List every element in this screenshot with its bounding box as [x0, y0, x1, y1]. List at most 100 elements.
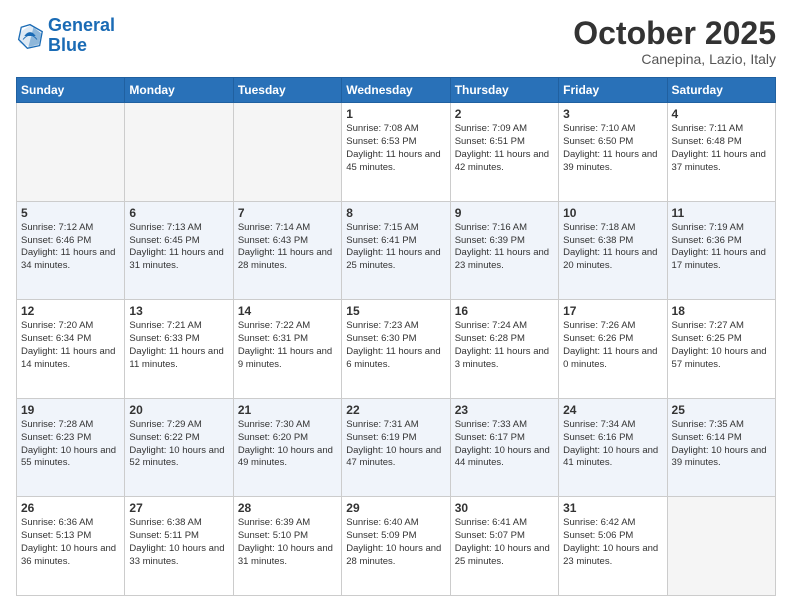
day-info: Sunrise: 7:21 AM Sunset: 6:33 PM Dayligh… — [129, 320, 228, 371]
day-number: 25 — [672, 403, 771, 417]
calendar-cell-34 — [667, 497, 775, 596]
day-info: Sunrise: 7:33 AM Sunset: 6:17 PM Dayligh… — [455, 419, 554, 470]
col-friday: Friday — [559, 78, 667, 103]
col-monday: Monday — [125, 78, 233, 103]
calendar-table: Sunday Monday Tuesday Wednesday Thursday… — [16, 77, 776, 596]
calendar-cell-0 — [17, 103, 125, 202]
calendar-week-1: 1 Sunrise: 7:08 AM Sunset: 6:53 PM Daylig… — [17, 103, 776, 202]
day-number: 1 — [346, 107, 445, 121]
day-info: Sunrise: 7:35 AM Sunset: 6:14 PM Dayligh… — [672, 419, 771, 470]
day-info: Sunrise: 7:34 AM Sunset: 6:16 PM Dayligh… — [563, 419, 662, 470]
calendar-cell-19: 17 Sunrise: 7:26 AM Sunset: 6:26 PM Dayli… — [559, 300, 667, 399]
logo-text: General Blue — [48, 16, 115, 56]
calendar-cell-17: 15 Sunrise: 7:23 AM Sunset: 6:30 PM Dayli… — [342, 300, 450, 399]
day-number: 18 — [672, 304, 771, 318]
calendar-cell-21: 19Sunrise: 7:28 AM Sunset: 6:23 PM Dayli… — [17, 398, 125, 497]
calendar-cell-2 — [233, 103, 341, 202]
day-number: 5 — [21, 206, 120, 220]
logo-text-block: General Blue — [48, 16, 115, 56]
calendar-cell-12: 10 Sunrise: 7:18 AM Sunset: 6:38 PM Dayli… — [559, 201, 667, 300]
calendar-week-3: 12Sunrise: 7:20 AM Sunset: 6:34 PM Dayli… — [17, 300, 776, 399]
col-thursday: Thursday — [450, 78, 558, 103]
day-number: 11 — [672, 206, 771, 220]
day-number: 6 — [129, 206, 228, 220]
calendar-cell-30: 28Sunrise: 6:39 AM Sunset: 5:10 PM Dayli… — [233, 497, 341, 596]
calendar-cell-3: 1 Sunrise: 7:08 AM Sunset: 6:53 PM Daylig… — [342, 103, 450, 202]
day-number: 31 — [563, 501, 662, 515]
day-info: Sunrise: 7:22 AM Sunset: 6:31 PM Dayligh… — [238, 320, 337, 371]
day-info: Sunrise: 6:40 AM Sunset: 5:09 PM Dayligh… — [346, 517, 445, 568]
day-info: Sunrise: 7:26 AM Sunset: 6:26 PM Dayligh… — [563, 320, 662, 371]
day-info: Sunrise: 7:31 AM Sunset: 6:19 PM Dayligh… — [346, 419, 445, 470]
logo-icon — [16, 22, 44, 50]
col-tuesday: Tuesday — [233, 78, 341, 103]
calendar-cell-7: 5 Sunrise: 7:12 AM Sunset: 6:46 PM Daylig… — [17, 201, 125, 300]
col-wednesday: Wednesday — [342, 78, 450, 103]
calendar-cell-33: 31 Sunrise: 6:42 AM Sunset: 5:06 PM Dayli… — [559, 497, 667, 596]
day-number: 24 — [563, 403, 662, 417]
calendar-cell-8: 6Sunrise: 7:13 AM Sunset: 6:45 PM Daylig… — [125, 201, 233, 300]
calendar-cell-4: 2 Sunrise: 7:09 AM Sunset: 6:51 PM Daylig… — [450, 103, 558, 202]
calendar-cell-20: 18 Sunrise: 7:27 AM Sunset: 6:25 PM Dayli… — [667, 300, 775, 399]
day-number: 2 — [455, 107, 554, 121]
calendar-cell-25: 23 Sunrise: 7:33 AM Sunset: 6:17 PM Dayli… — [450, 398, 558, 497]
day-number: 8 — [346, 206, 445, 220]
calendar-cell-22: 20 Sunrise: 7:29 AM Sunset: 6:22 PM Dayli… — [125, 398, 233, 497]
day-info: Sunrise: 7:30 AM Sunset: 6:20 PM Dayligh… — [238, 419, 337, 470]
day-info: Sunrise: 6:42 AM Sunset: 5:06 PM Dayligh… — [563, 517, 662, 568]
day-number: 29 — [346, 501, 445, 515]
day-number: 21 — [238, 403, 337, 417]
calendar-cell-6: 4Sunrise: 7:11 AM Sunset: 6:48 PM Daylig… — [667, 103, 775, 202]
main-title: October 2025 — [573, 16, 776, 51]
day-info: Sunrise: 7:27 AM Sunset: 6:25 PM Dayligh… — [672, 320, 771, 371]
calendar-cell-24: 22Sunrise: 7:31 AM Sunset: 6:19 PM Dayli… — [342, 398, 450, 497]
col-saturday: Saturday — [667, 78, 775, 103]
day-info: Sunrise: 7:23 AM Sunset: 6:30 PM Dayligh… — [346, 320, 445, 371]
calendar-cell-27: 25 Sunrise: 7:35 AM Sunset: 6:14 PM Dayli… — [667, 398, 775, 497]
day-info: Sunrise: 7:29 AM Sunset: 6:22 PM Dayligh… — [129, 419, 228, 470]
page: General Blue October 2025 Canepina, Lazi… — [0, 0, 792, 612]
calendar-cell-11: 9 Sunrise: 7:16 AM Sunset: 6:39 PM Daylig… — [450, 201, 558, 300]
day-info: Sunrise: 7:12 AM Sunset: 6:46 PM Dayligh… — [21, 222, 120, 273]
day-number: 17 — [563, 304, 662, 318]
day-info: Sunrise: 6:41 AM Sunset: 5:07 PM Dayligh… — [455, 517, 554, 568]
day-info: Sunrise: 7:08 AM Sunset: 6:53 PM Dayligh… — [346, 123, 445, 174]
calendar-cell-28: 26Sunrise: 6:36 AM Sunset: 5:13 PM Dayli… — [17, 497, 125, 596]
logo-general: General — [48, 15, 115, 35]
calendar-week-4: 19Sunrise: 7:28 AM Sunset: 6:23 PM Dayli… — [17, 398, 776, 497]
day-number: 10 — [563, 206, 662, 220]
calendar-cell-26: 24 Sunrise: 7:34 AM Sunset: 6:16 PM Dayli… — [559, 398, 667, 497]
calendar-cell-13: 11 Sunrise: 7:19 AM Sunset: 6:36 PM Dayli… — [667, 201, 775, 300]
day-number: 12 — [21, 304, 120, 318]
calendar-cell-5: 3Sunrise: 7:10 AM Sunset: 6:50 PM Daylig… — [559, 103, 667, 202]
calendar-header-row: Sunday Monday Tuesday Wednesday Thursday… — [17, 78, 776, 103]
day-info: Sunrise: 6:36 AM Sunset: 5:13 PM Dayligh… — [21, 517, 120, 568]
day-number: 27 — [129, 501, 228, 515]
calendar-cell-10: 8Sunrise: 7:15 AM Sunset: 6:41 PM Daylig… — [342, 201, 450, 300]
day-number: 9 — [455, 206, 554, 220]
day-number: 19 — [21, 403, 120, 417]
header: General Blue October 2025 Canepina, Lazi… — [16, 16, 776, 67]
day-number: 14 — [238, 304, 337, 318]
day-info: Sunrise: 7:16 AM Sunset: 6:39 PM Dayligh… — [455, 222, 554, 273]
day-info: Sunrise: 7:09 AM Sunset: 6:51 PM Dayligh… — [455, 123, 554, 174]
day-number: 3 — [563, 107, 662, 121]
day-info: Sunrise: 6:39 AM Sunset: 5:10 PM Dayligh… — [238, 517, 337, 568]
day-info: Sunrise: 6:38 AM Sunset: 5:11 PM Dayligh… — [129, 517, 228, 568]
day-info: Sunrise: 7:18 AM Sunset: 6:38 PM Dayligh… — [563, 222, 662, 273]
logo-blue: Blue — [48, 35, 87, 55]
day-number: 20 — [129, 403, 228, 417]
day-number: 16 — [455, 304, 554, 318]
calendar-cell-14: 12Sunrise: 7:20 AM Sunset: 6:34 PM Dayli… — [17, 300, 125, 399]
day-info: Sunrise: 7:24 AM Sunset: 6:28 PM Dayligh… — [455, 320, 554, 371]
calendar-cell-31: 29 Sunrise: 6:40 AM Sunset: 5:09 PM Dayli… — [342, 497, 450, 596]
day-number: 13 — [129, 304, 228, 318]
title-block: October 2025 Canepina, Lazio, Italy — [573, 16, 776, 67]
day-info: Sunrise: 7:19 AM Sunset: 6:36 PM Dayligh… — [672, 222, 771, 273]
day-number: 23 — [455, 403, 554, 417]
day-number: 7 — [238, 206, 337, 220]
day-info: Sunrise: 7:14 AM Sunset: 6:43 PM Dayligh… — [238, 222, 337, 273]
day-number: 15 — [346, 304, 445, 318]
calendar-week-5: 26Sunrise: 6:36 AM Sunset: 5:13 PM Dayli… — [17, 497, 776, 596]
calendar-cell-18: 16 Sunrise: 7:24 AM Sunset: 6:28 PM Dayli… — [450, 300, 558, 399]
